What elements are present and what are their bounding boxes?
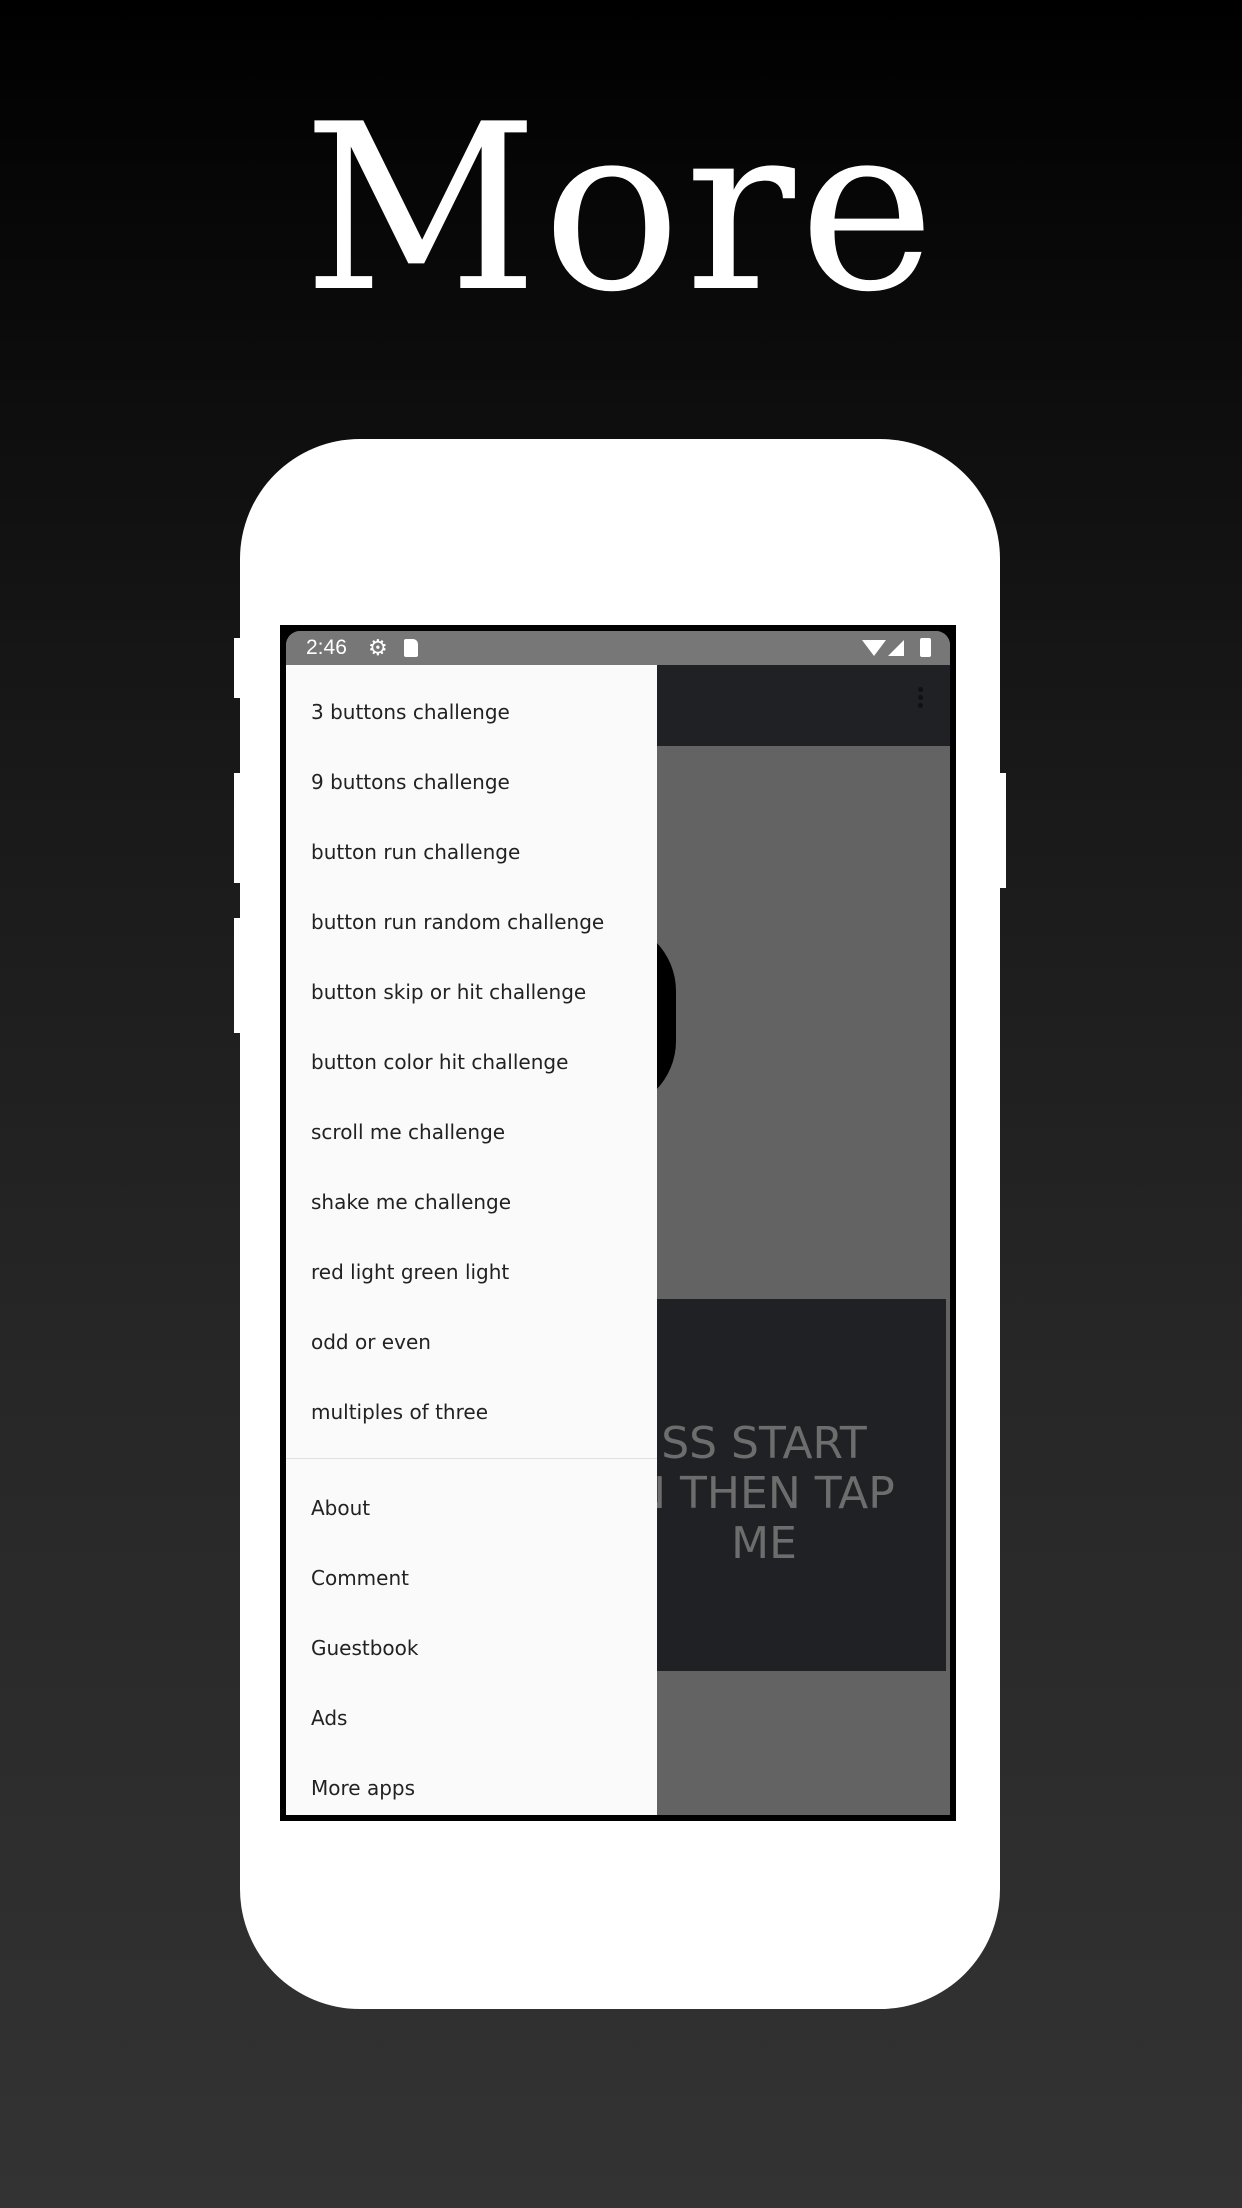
drawer-item-button-skip-or-hit-challenge[interactable]: button skip or hit challenge — [286, 957, 657, 1027]
phone-screen: 2:46 ⚙ SS START N THEN TAP ME 3 buttons … — [286, 631, 950, 1815]
drawer-item-red-light-green-light[interactable]: red light green light — [286, 1237, 657, 1307]
drawer-item-3-buttons-challenge[interactable]: 3 buttons challenge — [286, 677, 657, 747]
drawer-item-odd-or-even[interactable]: odd or even — [286, 1307, 657, 1377]
drawer-item-scroll-me-challenge[interactable]: scroll me challenge — [286, 1097, 657, 1167]
drawer-item-9-buttons-challenge[interactable]: 9 buttons challenge — [286, 747, 657, 817]
more-list: About Comment Guestbook Ads More apps — [286, 1473, 657, 1815]
drawer-item-more-apps[interactable]: More apps — [286, 1753, 657, 1815]
drawer-item-about[interactable]: About — [286, 1473, 657, 1543]
drawer-item-shake-me-challenge[interactable]: shake me challenge — [286, 1167, 657, 1237]
drawer-item-guestbook[interactable]: Guestbook — [286, 1613, 657, 1683]
phone-side-button — [998, 773, 1006, 888]
battery-icon — [920, 638, 931, 657]
drawer-item-ads[interactable]: Ads — [286, 1683, 657, 1753]
phone-side-button — [234, 773, 242, 883]
phone-side-button — [234, 638, 242, 698]
gear-icon: ⚙ — [368, 635, 388, 660]
wifi-icon — [862, 640, 886, 656]
drawer-item-multiples-of-three[interactable]: multiples of three — [286, 1377, 657, 1447]
headline-title: More — [302, 76, 940, 343]
drawer-item-button-color-hit-challenge[interactable]: button color hit challenge — [286, 1027, 657, 1097]
drawer-item-button-run-random-challenge[interactable]: button run random challenge — [286, 887, 657, 957]
status-bar: 2:46 ⚙ — [286, 631, 950, 665]
more-vert-icon[interactable] — [918, 687, 924, 711]
phone-side-button — [234, 918, 242, 1033]
drawer-item-comment[interactable]: Comment — [286, 1543, 657, 1613]
status-time: 2:46 — [306, 636, 347, 659]
sd-card-icon — [404, 639, 418, 657]
signal-icon — [888, 640, 904, 656]
challenge-list: 3 buttons challenge 9 buttons challenge … — [286, 665, 657, 1447]
navigation-drawer: 3 buttons challenge 9 buttons challenge … — [286, 665, 657, 1815]
drawer-divider — [286, 1458, 657, 1459]
drawer-item-button-run-challenge[interactable]: button run challenge — [286, 817, 657, 887]
